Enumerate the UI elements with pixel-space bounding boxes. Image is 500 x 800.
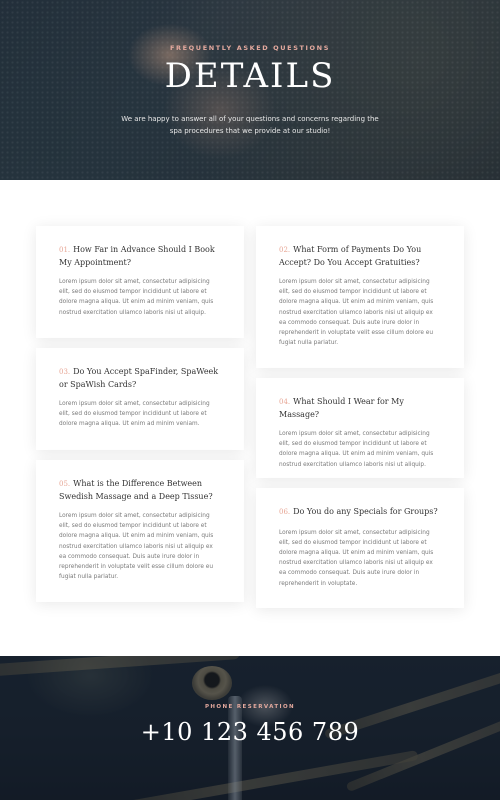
faq-number: 02. [279,246,291,254]
faq-answer: Lorem ipsum dolor sit amet, consectetur … [59,513,214,581]
faq-question: 03. Do You Accept SpaFinder, SpaWeek or S… [59,366,221,390]
faq-number: 01. [59,246,71,254]
faq-card-4: 04. What Should I Wear for My Massage? Lo… [256,378,464,478]
faq-card-6: 06. Do You do any Specials for Groups? Lo… [256,488,464,608]
faq-question: 01. How Far in Advance Should I Book My A… [59,244,221,268]
faq-card-3: 03. Do You Accept SpaFinder, SpaWeek or S… [36,348,244,450]
faq-question: 04. What Should I Wear for My Massage? [279,396,441,420]
faq-question-text: What Should I Wear for My Massage? [279,397,404,419]
phone-number-link[interactable]: +10 123 456 789 [0,718,500,746]
faq-question: 05. What is the Difference Between Swedis… [59,478,221,502]
faq-question: 02. What Form of Payments Do You Accept? … [279,244,441,268]
hero-banner: FREQUENTLY ASKED QUESTIONS DETAILS We ar… [0,0,500,180]
faq-card-2: 02. What Form of Payments Do You Accept? … [256,226,464,368]
faq-question: 06. Do You do any Specials for Groups? [279,506,441,519]
faq-card-1: 01. How Far in Advance Should I Book My A… [36,226,244,338]
faq-question-text: Do You Accept SpaFinder, SpaWeek or SpaW… [59,367,219,389]
page-title: DETAILS [164,56,336,96]
faq-answer: Lorem ipsum dolor sit amet, consectetur … [59,279,214,316]
footer-eyebrow: PHONE RESERVATION [204,704,296,710]
faq-number: 03. [59,368,71,376]
faq-question-text: Do You do any Specials for Groups? [293,507,438,516]
faq-answer: Lorem ipsum dolor sit amet, consectetur … [279,279,434,347]
hero-content: FREQUENTLY ASKED QUESTIONS DETAILS We ar… [0,0,500,180]
faq-number: 05. [59,480,71,488]
faq-number: 04. [279,398,291,406]
faq-card-5: 05. What is the Difference Between Swedis… [36,460,244,602]
faq-number: 06. [279,508,291,516]
hero-eyebrow: FREQUENTLY ASKED QUESTIONS [170,44,330,52]
faq-answer: Lorem ipsum dolor sit amet, consectetur … [279,529,434,587]
faq-question-text: What is the Difference Between Swedish M… [59,479,213,501]
faq-section: 01. How Far in Advance Should I Book My A… [0,180,500,656]
hero-description: We are happy to answer all of your quest… [121,115,379,135]
faq-answer: Lorem ipsum dolor sit amet, consectetur … [279,431,434,468]
faq-question-text: What Form of Payments Do You Accept? Do … [279,245,422,267]
faq-question-text: How Far in Advance Should I Book My Appo… [59,245,215,267]
phone-reservation-banner: PHONE RESERVATION +10 123 456 789 [0,656,500,800]
faq-answer: Lorem ipsum dolor sit amet, consectetur … [59,401,210,428]
